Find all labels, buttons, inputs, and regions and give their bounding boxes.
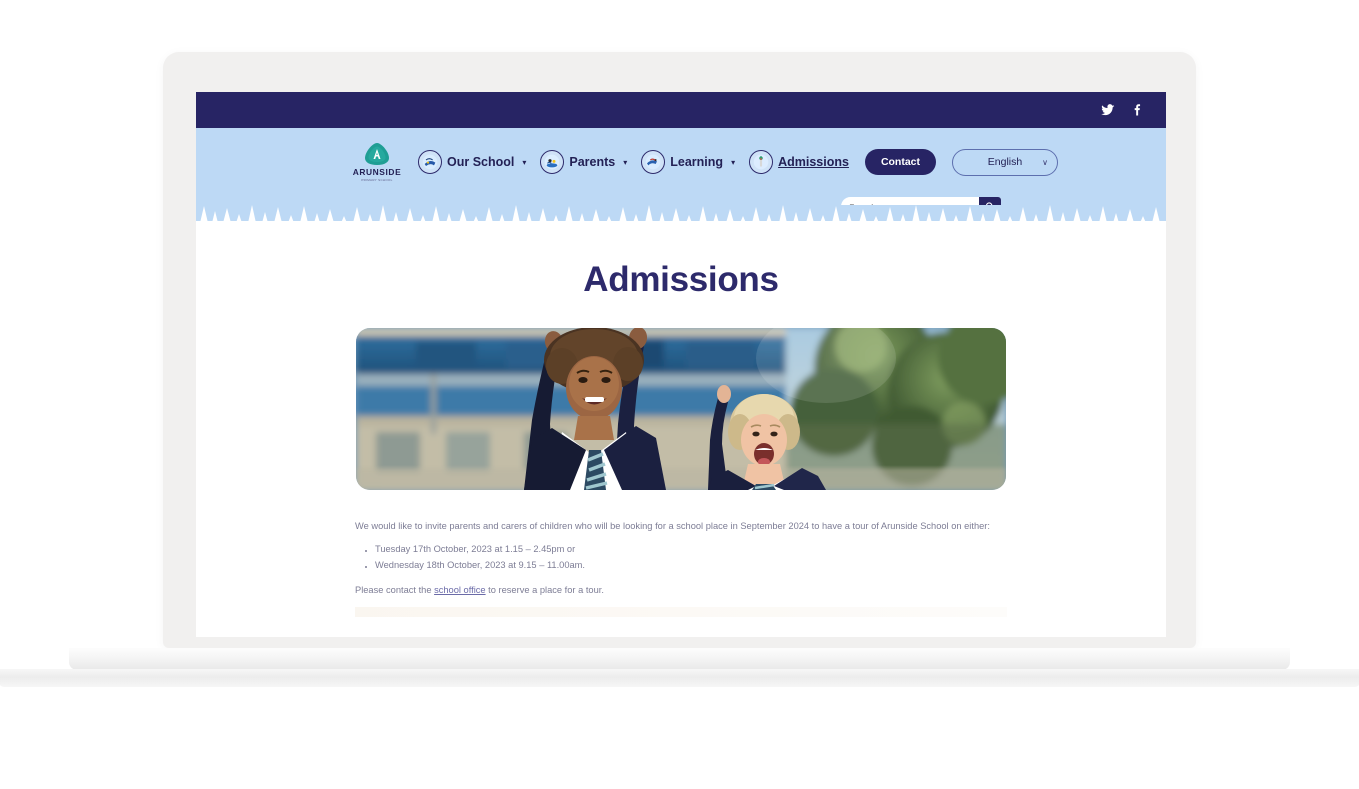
nav-label: Parents: [569, 155, 616, 169]
closing-paragraph: Please contact the school office to rese…: [355, 584, 1007, 598]
list-item: Wednesday 18th October, 2023 at 9.15 – 1…: [375, 559, 1007, 573]
site-logo[interactable]: ARUNSIDE PRIMARY SCHOOL: [351, 142, 403, 182]
main-navigation: Our School ▾ Parents ▾ Learning ▾ Admiss…: [418, 148, 1059, 176]
closing-text-before: Please contact the: [355, 584, 435, 595]
list-item: Tuesday 17th October, 2023 at 1.15 – 2.4…: [375, 543, 1007, 557]
chevron-down-icon: ▾: [731, 157, 736, 167]
tour-dates-list: Tuesday 17th October, 2023 at 1.15 – 2.4…: [355, 543, 1007, 573]
contact-button[interactable]: Contact: [864, 149, 937, 175]
content-below-fold-hint: [355, 606, 1007, 617]
browser-viewport: ARUNSIDE PRIMARY SCHOOL Our School ▾ Par…: [196, 92, 1166, 637]
logo-wordmark: ARUNSIDE: [352, 167, 402, 177]
our-school-badge-icon: [418, 150, 442, 174]
nav-item-our-school[interactable]: Our School ▾: [418, 150, 526, 174]
nav-item-parents[interactable]: Parents ▾: [540, 150, 627, 174]
admissions-badge-icon: [749, 150, 774, 174]
chevron-down-icon: ▾: [522, 157, 527, 167]
laptop-foot: [0, 669, 1359, 687]
school-office-link[interactable]: school office: [434, 585, 486, 595]
language-selected-value: English: [987, 156, 1023, 168]
laptop-mockup: ARUNSIDE PRIMARY SCHOOL Our School ▾ Par…: [0, 52, 1359, 742]
laptop-base: [69, 648, 1290, 670]
hero-photo: [356, 328, 1006, 490]
nav-label: Admissions: [778, 155, 849, 169]
nav-item-admissions[interactable]: Admissions: [749, 150, 849, 174]
grass-divider: [196, 205, 1166, 235]
site-header: ARUNSIDE PRIMARY SCHOOL Our School ▾ Par…: [196, 128, 1166, 235]
logo-subtext: PRIMARY SCHOOL: [361, 178, 393, 182]
site-top-bar: [196, 92, 1166, 128]
page-title: Admissions: [583, 260, 779, 299]
laptop-drop-shadow: [43, 680, 1323, 742]
arunside-logo-mark-icon: [365, 143, 389, 165]
parents-badge-icon: [540, 150, 565, 174]
nav-label: Learning: [670, 155, 724, 169]
facebook-icon[interactable]: [1129, 103, 1144, 118]
closing-text-after: to reserve a place for a tour.: [485, 584, 604, 595]
nav-item-learning[interactable]: Learning ▾: [641, 150, 735, 174]
page-body: Admissions We would like to invite paren…: [196, 234, 1166, 617]
intro-paragraph: We would like to invite parents and care…: [355, 521, 990, 531]
chevron-down-icon: ▾: [623, 157, 628, 167]
hero-image: [356, 328, 1006, 490]
content-block: We would like to invite parents and care…: [355, 520, 1007, 598]
twitter-icon[interactable]: [1100, 103, 1115, 118]
chevron-down-icon: ∨: [1042, 157, 1049, 167]
nav-label: Our School: [447, 155, 515, 169]
header-inner: ARUNSIDE PRIMARY SCHOOL Our School ▾ Par…: [196, 134, 1166, 190]
learning-badge-icon: [641, 150, 666, 174]
language-selector[interactable]: English ∨: [952, 148, 1059, 176]
